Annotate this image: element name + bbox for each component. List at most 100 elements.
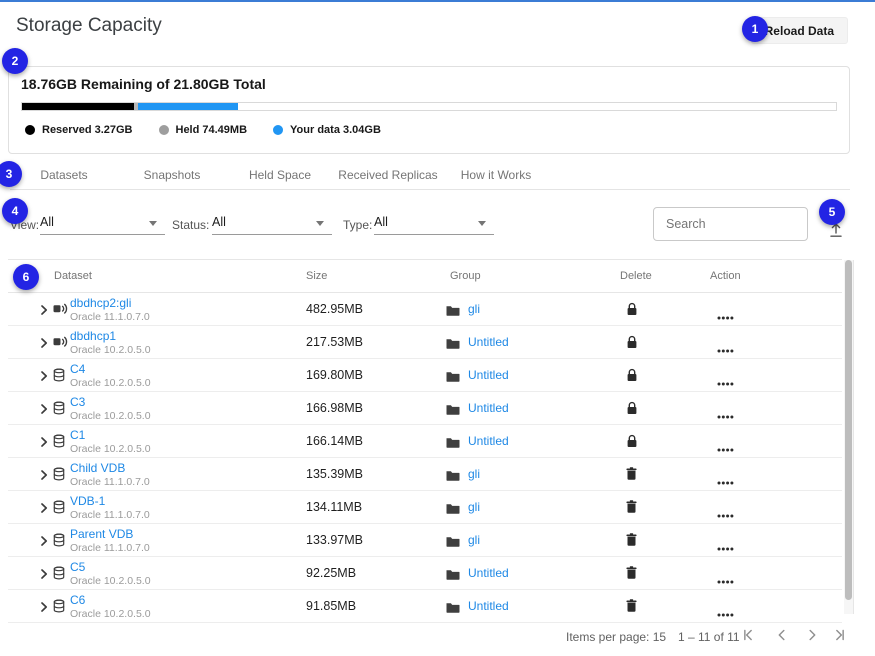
lock-icon[interactable] [626,302,638,321]
action-menu-icon[interactable] [717,472,734,490]
action-menu-icon[interactable] [717,505,734,523]
table-row: C4 Oracle 10.2.0.5.0 169.80MB Untitled [8,359,842,392]
expand-chevron-icon[interactable] [38,369,50,381]
group-link[interactable]: gli [468,533,480,547]
action-menu-icon[interactable] [717,571,734,589]
expand-chevron-icon[interactable] [38,435,50,447]
action-menu-icon[interactable] [717,604,734,622]
dataset-name-link[interactable]: Parent VDB [70,527,133,541]
trash-icon[interactable] [626,500,637,518]
expand-chevron-icon[interactable] [38,303,50,315]
trash-icon[interactable] [626,566,637,584]
dataset-name-link[interactable]: C3 [70,395,85,409]
reserved-dot-icon [25,125,35,135]
dataset-name-link[interactable]: C6 [70,593,85,607]
dataset-name-link[interactable]: Child VDB [70,461,125,475]
pagination-range: 1 – 11 of 11 [678,630,740,644]
size-value: 134.11MB [306,500,362,514]
dataset-version-text: Oracle 10.2.0.5.0 [70,443,151,456]
dataset-version-text: Oracle 11.1.0.7.0 [70,311,150,324]
group-link[interactable]: Untitled [468,401,509,415]
vdb-icon [53,467,65,486]
dataset-name-link[interactable]: dbdhcp1 [70,329,116,343]
group-link[interactable]: gli [468,500,480,514]
legend-reserved-label: Reserved 3.27GB [42,124,133,136]
dataset-version-text: Oracle 10.2.0.5.0 [70,608,151,621]
dataset-cell: VDB-1 Oracle 11.1.0.7.0 [70,494,150,522]
chevron-down-icon [316,221,324,226]
expand-chevron-icon[interactable] [38,402,50,414]
expand-chevron-icon[interactable] [38,534,50,546]
group-link[interactable]: Untitled [468,599,509,613]
tab-snapshots[interactable]: Snapshots [118,162,226,189]
folder-icon [446,303,460,321]
dataset-cell: C4 Oracle 10.2.0.5.0 [70,362,151,390]
previous-page-icon[interactable] [770,624,794,648]
status-filter-select[interactable]: All [212,212,332,235]
expand-chevron-icon[interactable] [38,567,50,579]
next-page-icon[interactable] [800,624,824,648]
capacity-progress-bar [21,102,837,111]
expand-chevron-icon[interactable] [38,336,50,348]
tab-received-replicas[interactable]: Received Replicas [334,162,442,189]
dataset-name-link[interactable]: VDB-1 [70,494,105,508]
tab-datasets[interactable]: Datasets [10,162,118,189]
group-link[interactable]: Untitled [468,335,509,349]
expand-chevron-icon[interactable] [38,468,50,480]
tab-how-it-works[interactable]: How it Works [442,162,550,189]
last-page-icon[interactable] [828,624,852,648]
size-value: 166.98MB [306,401,363,415]
bar-your-data-segment [138,103,237,110]
action-menu-icon[interactable] [717,340,734,358]
group-link[interactable]: Untitled [468,434,509,448]
reload-data-label: Reload Data [765,24,834,38]
group-link[interactable]: gli [468,467,480,481]
dataset-version-text: Oracle 11.1.0.7.0 [70,542,150,555]
scrollbar-thumb[interactable] [845,260,852,600]
expand-chevron-icon[interactable] [38,600,50,612]
size-value: 217.53MB [306,335,363,349]
group-link[interactable]: gli [468,302,480,316]
trash-icon[interactable] [626,467,637,485]
dataset-cell: C5 Oracle 10.2.0.5.0 [70,560,151,588]
expand-chevron-icon[interactable] [38,501,50,513]
annotation-badge-2: 2 [2,48,28,74]
items-per-page-value[interactable]: 15 [653,630,666,644]
search-input[interactable] [654,208,807,240]
first-page-icon[interactable] [736,624,760,648]
table-row: VDB-1 Oracle 11.1.0.7.0 134.11MB gli [8,491,842,524]
group-link[interactable]: Untitled [468,368,509,382]
trash-icon[interactable] [626,599,637,617]
dataset-name-link[interactable]: dbdhcp2:gli [70,296,131,310]
legend-item-your-data: Your data 3.04GB [273,124,381,136]
type-filter-select[interactable]: All [374,212,494,235]
dsource-icon [53,335,68,353]
tab-held-space[interactable]: Held Space [226,162,334,189]
lock-icon[interactable] [626,401,638,420]
items-per-page-label: Items per page: [566,630,649,644]
action-menu-icon[interactable] [717,307,734,325]
dataset-version-text: Oracle 10.2.0.5.0 [70,575,151,588]
table-row: dbdhcp2:gli Oracle 11.1.0.7.0 482.95MB g… [8,293,842,326]
action-menu-icon[interactable] [717,373,734,391]
view-filter-value: All [40,215,54,229]
type-filter-label: Type: [343,218,372,232]
chevron-down-icon [478,221,486,226]
lock-icon[interactable] [626,368,638,387]
view-filter-select[interactable]: All [40,212,165,235]
vdb-icon [53,566,65,585]
trash-icon[interactable] [626,533,637,551]
column-header-group: Group [450,270,481,282]
dataset-name-link[interactable]: C4 [70,362,85,376]
dataset-name-link[interactable]: C5 [70,560,85,574]
folder-icon [446,501,460,519]
annotation-badge-6: 6 [13,264,39,290]
action-menu-icon[interactable] [717,538,734,556]
action-menu-icon[interactable] [717,439,734,457]
lock-icon[interactable] [626,434,638,453]
dataset-name-link[interactable]: C1 [70,428,85,442]
action-menu-icon[interactable] [717,406,734,424]
group-link[interactable]: Untitled [468,566,509,580]
dataset-cell: dbdhcp2:gli Oracle 11.1.0.7.0 [70,296,150,324]
lock-icon[interactable] [626,335,638,354]
